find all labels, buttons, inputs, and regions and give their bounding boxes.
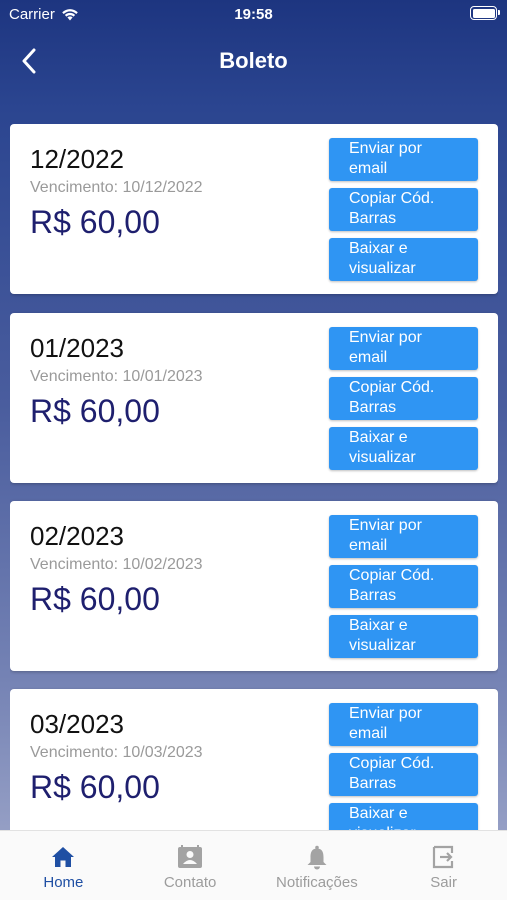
logout-icon — [429, 844, 459, 870]
copy-barcode-label-line2: Barras — [349, 587, 397, 604]
status-bar: Carrier 19:58 — [0, 0, 507, 30]
tab-sair[interactable]: Sair — [380, 831, 507, 900]
download-view-button[interactable]: Baixar evisualizar — [329, 803, 478, 830]
send-email-button[interactable]: Enviar por email — [329, 327, 478, 370]
tab-contato-label: Contato — [163, 874, 217, 891]
boleto-due-date: Vencimento: 10/12/2022 — [30, 179, 203, 196]
download-view-label-line1: Baixar e — [349, 429, 408, 446]
boleto-period: 03/2023 — [30, 709, 124, 739]
copy-barcode-button[interactable]: Copiar Cód. Barras — [329, 753, 478, 796]
copy-barcode-label-line2: Barras — [349, 399, 397, 416]
download-view-label-line2: visualizar — [349, 637, 416, 654]
tab-notificacoes-label: Notificações — [276, 874, 358, 891]
download-view-label-line2: visualizar — [349, 260, 416, 277]
download-view-button[interactable]: Baixar e visualizar — [329, 238, 478, 281]
boleto-actions: Enviar por email Copiar Cód. Barras Baixar… — [329, 515, 478, 665]
copy-barcode-button[interactable]: Copiar Cód. Barras — [329, 565, 478, 608]
send-email-label-line1: Enviar por — [349, 517, 422, 534]
home-icon — [48, 844, 78, 870]
contact-card-icon — [175, 844, 205, 870]
copy-barcode-label-line1: Copiar Cód. — [349, 567, 435, 584]
boleto-amount: R$ 60,00 — [30, 204, 160, 240]
boleto-due-date: Vencimento: 10/01/2023 — [30, 368, 203, 385]
boleto-period: 01/2023 — [30, 333, 124, 363]
boleto-actions: Enviar por email Copiar Cód. Barras Baixar… — [329, 138, 478, 288]
tab-home-label: Home — [43, 874, 84, 891]
copy-barcode-label-line2: Barras — [349, 210, 397, 227]
boleto-card: 12/2022 Vencimento: 10/12/2022 R$ 60,00 … — [10, 124, 498, 294]
tab-sair-label: Sair — [430, 874, 457, 891]
download-view-button[interactable]: Baixar e visualizar — [329, 427, 478, 470]
page-title: Boleto — [219, 48, 288, 73]
copy-barcode-label-line2: Barras — [349, 775, 397, 792]
boleto-amount: R$ 60,00 — [30, 581, 160, 617]
clock: 19:58 — [234, 6, 273, 23]
boleto-card: 02/2023 Vencimento: 10/02/2023 R$ 60,00 … — [10, 501, 498, 671]
send-email-label-line1: Enviar por — [349, 705, 422, 722]
tab-home[interactable]: Home — [0, 831, 127, 900]
boleto-card: 01/2023 Vencimento: 10/01/2023 R$ 60,00 … — [10, 313, 498, 483]
navigation-bar: Boleto — [0, 38, 507, 82]
send-email-button[interactable]: Enviar por email — [329, 138, 478, 181]
copy-barcode-button[interactable]: Copiar Cód. Barras — [329, 188, 478, 231]
download-view-label-line2: visualizar — [349, 449, 416, 466]
boleto-actions: Enviar por email Copiar Cód. Barras Baixar… — [329, 327, 478, 477]
send-email-button[interactable]: Enviar por email — [329, 703, 478, 746]
boleto-due-date: Vencimento: 10/02/2023 — [30, 556, 203, 573]
copy-barcode-label-line1: Copiar Cód. — [349, 755, 435, 772]
download-view-label-line1: Baixar e — [349, 617, 408, 634]
boleto-amount: R$ 60,00 — [30, 769, 160, 805]
boleto-card: 03/2023 Vencimento: 10/03/2023 R$ 60,00 … — [10, 689, 498, 830]
download-view-label-line1: Baixar e — [349, 805, 408, 822]
tab-notificacoes[interactable]: Notificações — [254, 831, 381, 900]
copy-barcode-label-line1: Copiar Cód. — [349, 379, 435, 396]
tab-contato[interactable]: Contato — [127, 831, 254, 900]
boleto-actions: Enviar por email Copiar Cód. Barras Baixar… — [329, 703, 478, 830]
send-email-label-line2: email — [349, 537, 388, 554]
send-email-label-line2: email — [349, 160, 388, 177]
send-email-label-line1: Enviar por — [349, 140, 422, 157]
battery-icon — [470, 6, 500, 20]
copy-barcode-label-line1: Copiar Cód. — [349, 190, 435, 207]
boleto-period: 12/2022 — [30, 144, 124, 174]
send-email-label-line1: Enviar por — [349, 329, 422, 346]
boleto-list[interactable]: 12/2022 Vencimento: 10/12/2022 R$ 60,00 … — [10, 124, 498, 830]
send-email-label-line2: email — [349, 349, 388, 366]
copy-barcode-button[interactable]: Copiar Cód. Barras — [329, 377, 478, 420]
boleto-period: 02/2023 — [30, 521, 124, 551]
download-view-label-line1: Baixar e — [349, 240, 408, 257]
boleto-amount: R$ 60,00 — [30, 393, 160, 429]
tab-bar: Home Contato Notificações Sair — [0, 830, 507, 900]
boleto-due-date: Vencimento: 10/03/2023 — [30, 744, 203, 761]
send-email-label-line2: email — [349, 725, 388, 742]
bell-icon — [302, 844, 332, 870]
download-view-button[interactable]: Baixar e visualizar — [329, 615, 478, 658]
send-email-button[interactable]: Enviar por email — [329, 515, 478, 558]
